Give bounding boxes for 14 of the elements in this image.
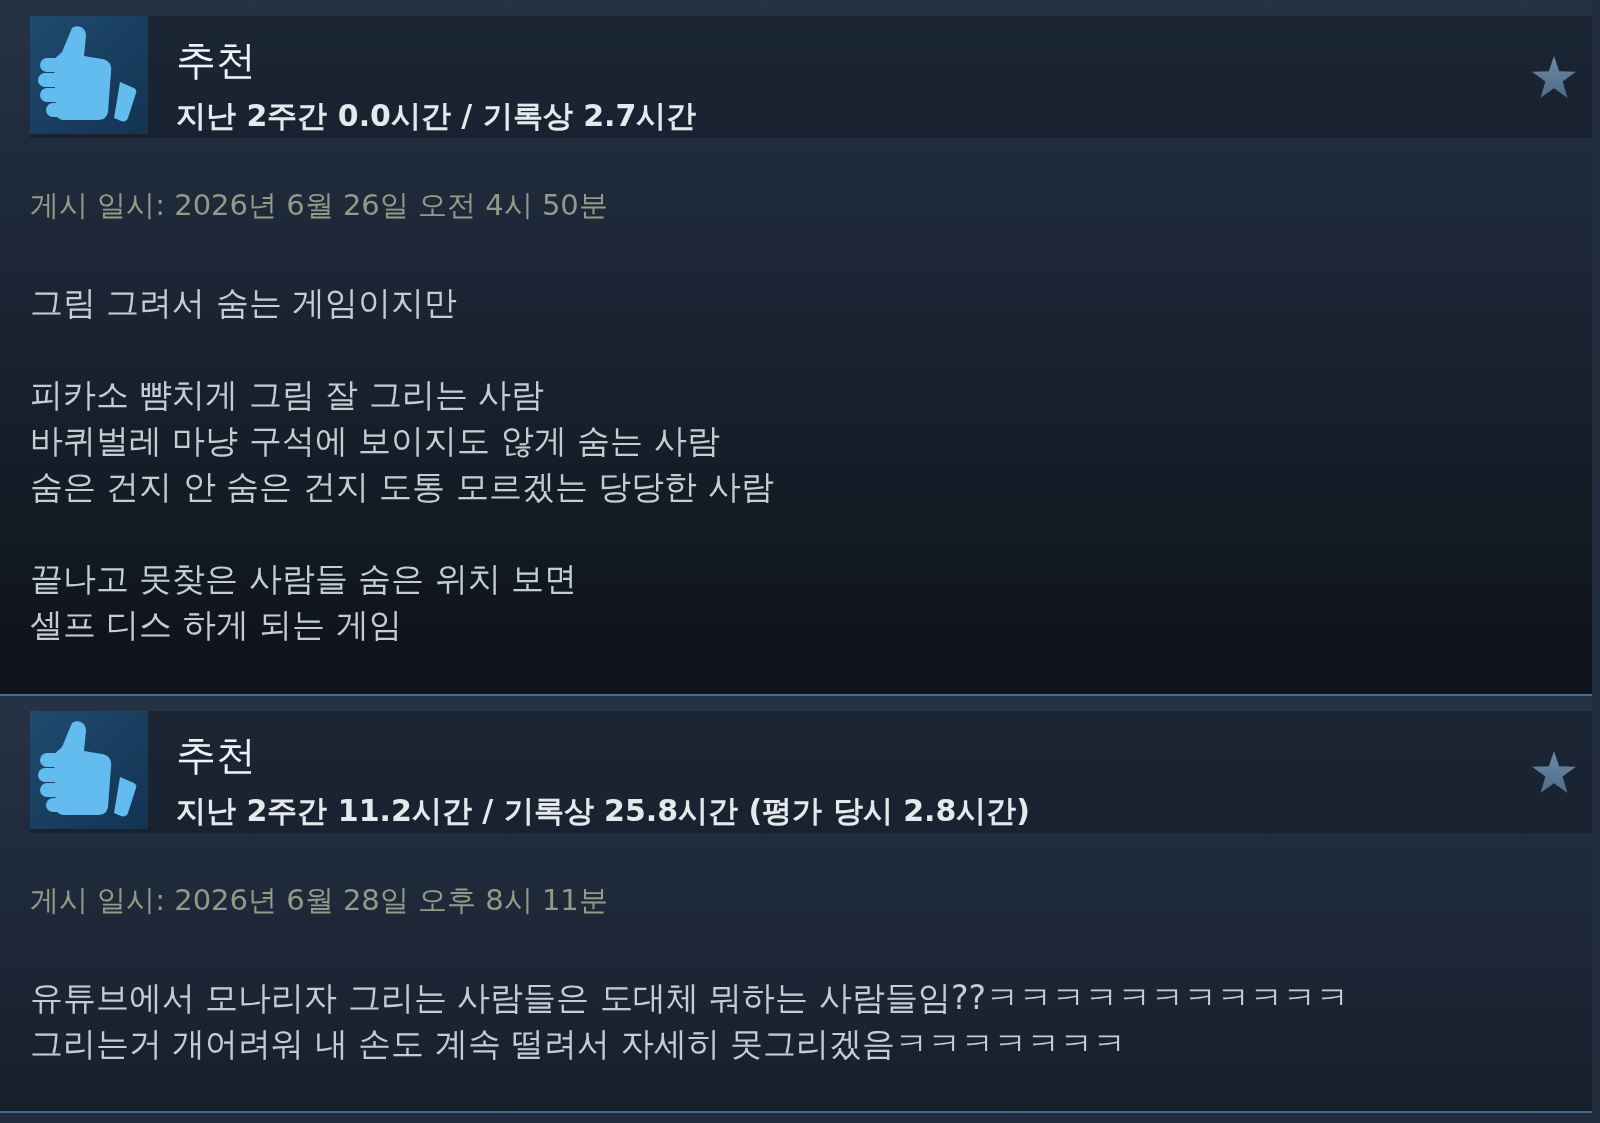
review-paragraph: 끝나고 못찾은 사람들 숨은 위치 보면 셀프 디스 하게 되는 게임 [30,558,578,646]
review-paragraph: 그림 그려서 숨는 게임이지만 [30,282,458,324]
posted-date: 게시 일시: 2026년 6월 28일 오후 8시 11분 [30,882,608,919]
star-icon [1532,56,1576,98]
review-verdict: 추천 [176,36,256,84]
posted-date: 게시 일시: 2026년 6월 26일 오전 4시 50분 [30,187,608,224]
review-paragraph: 유튜브에서 모나리자 그리는 사람들은 도대체 뭐하는 사람들임??ㅋㅋㅋㅋㅋㅋㅋㅋㅋㅋㅋ 그리는거 개어려워 내 손도 계속 떨려서 자세히 못그리겠음ㅋㅋㅋㅋㅋㅋㅋ [30,977,1349,1065]
playtime-hours: 지난 2주간 11.2시간 / 기록상 25.8시간 (평가 당시 2.8시간) [176,792,1030,830]
review-verdict: 추천 [176,731,256,779]
thumbs-up-icon [30,711,148,829]
star-icon [1532,751,1576,793]
thumbs-up-icon [30,16,148,134]
playtime-hours: 지난 2주간 0.0시간 / 기록상 2.7시간 [176,97,697,135]
review-paragraph: 피카소 뺨치게 그림 잘 그리는 사람 바퀴벌레 마냥 구석에 보이지도 않게 숨는 사람 숨은 건지 안 숨은 건지 도통 모르겠는 당당한 사람 [30,374,774,508]
